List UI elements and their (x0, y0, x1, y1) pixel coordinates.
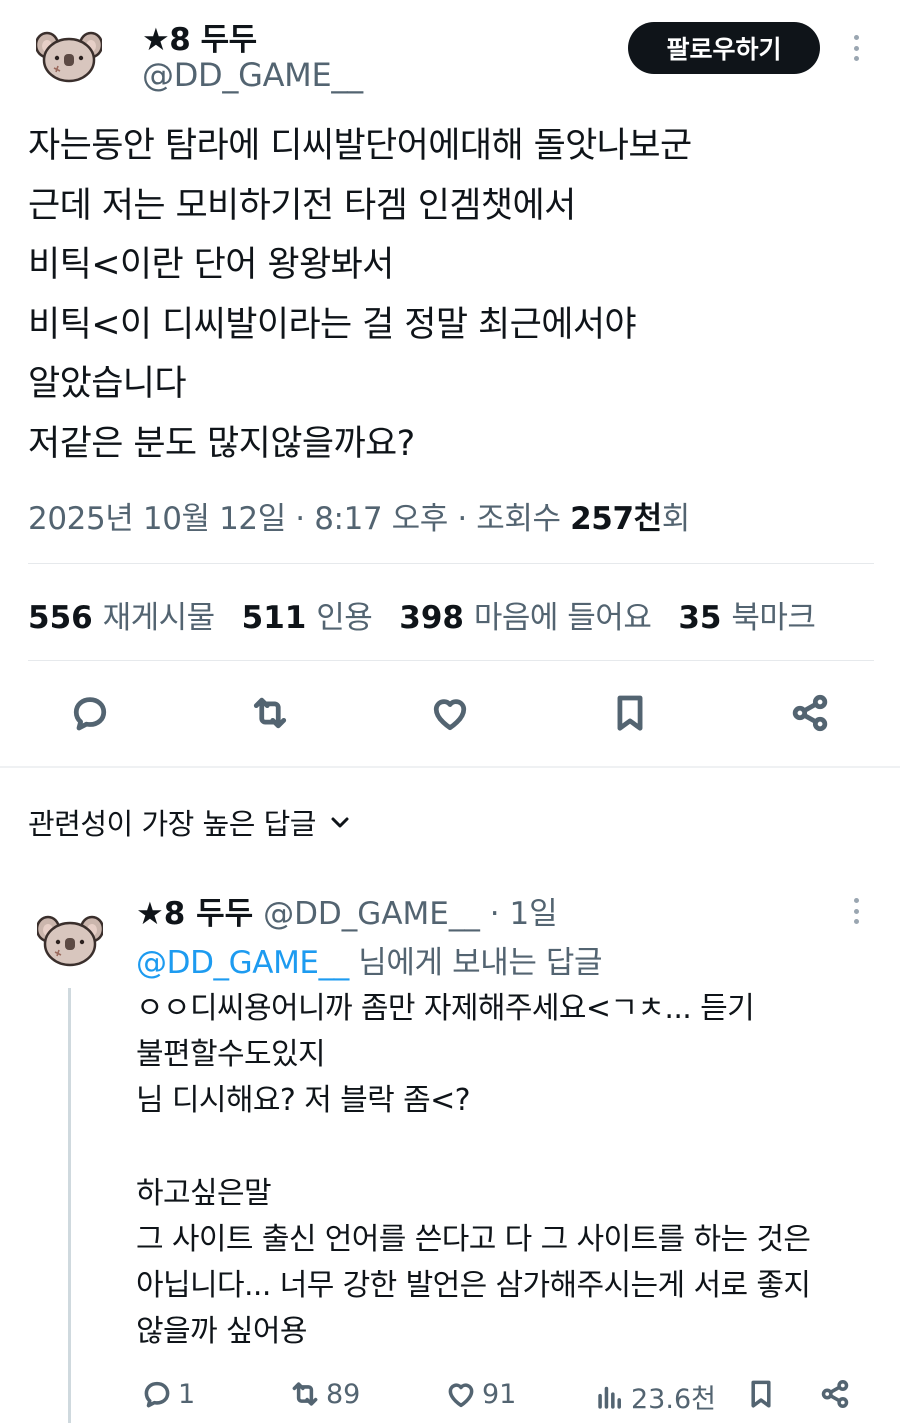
bookmarks-count: 35 (678, 600, 722, 636)
reply-header: ★8 두두 @DD_GAME__ · 1일 (136, 888, 558, 933)
divider (28, 660, 874, 661)
reply-avatar[interactable] (35, 912, 105, 968)
reply-replies-count: 1 (178, 1378, 196, 1410)
reply-button[interactable] (67, 690, 113, 736)
reply-icon (144, 1381, 170, 1408)
tweet-views-suffix: 회 (661, 501, 691, 537)
reply-text-line: 님 디시해요? 저 블락 좀<? (136, 1083, 471, 1119)
tweet-text-line: 저같은 분도 많지않을까요? (28, 423, 415, 464)
reply-text-line: 그 사이트 출신 언어를 쓴다고 다 그 사이트를 하는 것은 (136, 1222, 811, 1257)
replying-to: @DD_GAME__ 님에게 보내는 답글 (136, 937, 603, 982)
reply-retweet-button[interactable]: 89 (288, 1377, 360, 1411)
tweet-text-line: 근데 저는 모비하기전 타겜 인겜챗에서 (28, 185, 576, 226)
reply-text-line: ㅇㅇ디씨용어니까 좀만 자제해주세요<ㄱㅊ... 듣기 (136, 991, 755, 1026)
likes-stat[interactable]: 398 마음에 들어요 (399, 592, 652, 637)
reply-text-line: 불편할수도있지 (136, 1037, 326, 1073)
reply-like-button[interactable]: 91 (444, 1377, 516, 1411)
reply-likes-count: 91 (482, 1378, 517, 1410)
retweets-label: 재게시물 (102, 600, 216, 636)
tweet-text-line: 비틱<이란 단어 왕왕봐서 (28, 245, 394, 285)
thread-line (68, 988, 71, 1423)
bookmarks-label: 북마크 (731, 600, 816, 636)
avatar-koala-icon (34, 31, 104, 83)
replying-to-suffix: 님에게 보내는 답글 (348, 945, 603, 981)
heart-icon (448, 1383, 474, 1408)
bookmark-icon (751, 1380, 771, 1408)
reply-bookmark-button[interactable] (744, 1377, 778, 1411)
views-icon (598, 1386, 621, 1409)
retweet-button[interactable] (247, 690, 293, 736)
tweet-views-count: 257천 (570, 501, 662, 537)
quotes-stat[interactable]: 511 인용 (242, 592, 373, 637)
tweet-text: 자는동안 탐라에 디씨발단어에대해 돌앗나보군 근데 저는 모비하기전 타겜 인… (28, 117, 692, 474)
reply-text-line: 하고싶은말 (136, 1175, 272, 1211)
heart-icon (433, 699, 467, 731)
replies-sort-label: 관련성이 가장 높은 답글 (28, 807, 316, 841)
retweets-count: 556 (28, 600, 93, 636)
tweet-text-line: 자는동안 탐라에 디씨발단어에대해 돌앗나보군 (28, 126, 692, 166)
retweets-stat[interactable]: 556 재게시물 (28, 592, 215, 637)
avatar-koala-icon (35, 915, 105, 967)
reply-text-line: 아닙니다... 너무 강한 발언은 삼가해주시는게 서로 좋지 (136, 1268, 811, 1304)
reply-retweets-count: 89 (326, 1378, 361, 1410)
tweet-meta: 2025년 10월 12일 · 8:17 오후 · 조회수 257천회 (28, 493, 690, 538)
likes-label: 마음에 들어요 (473, 600, 652, 636)
more-icon[interactable] (850, 35, 862, 61)
author-handle[interactable]: @DD_GAME__ (142, 56, 363, 94)
retweet-icon (253, 697, 287, 729)
reply-reply-button[interactable]: 1 (140, 1377, 195, 1411)
share-button[interactable] (787, 690, 833, 736)
tweet-datetime[interactable]: 2025년 10월 12일 · 8:17 오후 · 조회수 (28, 501, 570, 537)
chevron-down-icon (331, 817, 349, 828)
reply-display-name[interactable]: ★8 두두 (136, 896, 253, 932)
quotes-count: 511 (241, 600, 307, 636)
share-icon (821, 1380, 849, 1408)
tweet-stats: 556 재게시물 511 인용 398 마음에 들어요 35 북마크 (28, 592, 842, 637)
reply-views-button[interactable]: 23.6천 (593, 1377, 716, 1416)
divider (28, 563, 874, 564)
reply-blank-line (136, 1125, 810, 1171)
follow-button[interactable]: 팔로우하기 (628, 22, 820, 74)
bookmarks-stat[interactable]: 35 북마크 (678, 592, 816, 637)
reply-more-icon[interactable] (850, 898, 862, 924)
tweet-text-line: 비틱<이 디씨발이라는 걸 정말 최근에서야 (28, 304, 637, 345)
bookmark-button[interactable] (607, 690, 653, 736)
reply-handle[interactable]: @DD_GAME__ (263, 896, 480, 932)
reply-icon (73, 697, 107, 731)
replies-sort-dropdown[interactable]: 관련성이 가장 높은 답글 (28, 801, 352, 843)
retweet-icon (292, 1382, 318, 1406)
reply-text: ㅇㅇ디씨용어니까 좀만 자제해주세요<ㄱㅊ... 듣기 불편할수도있지 님 디시… (136, 986, 811, 1356)
reply-views-count: 23.6천 (631, 1384, 716, 1415)
like-button[interactable] (427, 690, 473, 736)
likes-count: 398 (399, 600, 465, 636)
section-divider (0, 766, 900, 768)
reply-text-line: 않을까 싶어용 (136, 1314, 308, 1350)
replying-to-handle[interactable]: @DD_GAME__ (136, 945, 349, 981)
bookmark-icon (617, 695, 643, 731)
quotes-label: 인용 (316, 600, 373, 636)
share-icon (792, 694, 828, 732)
author-avatar[interactable] (34, 28, 104, 84)
tweet-text-line: 알았습니다 (28, 364, 187, 404)
author-display-name[interactable]: ★8 두두 (142, 14, 257, 59)
reply-time[interactable]: · 1일 (490, 896, 558, 932)
reply-share-button[interactable] (818, 1377, 852, 1411)
